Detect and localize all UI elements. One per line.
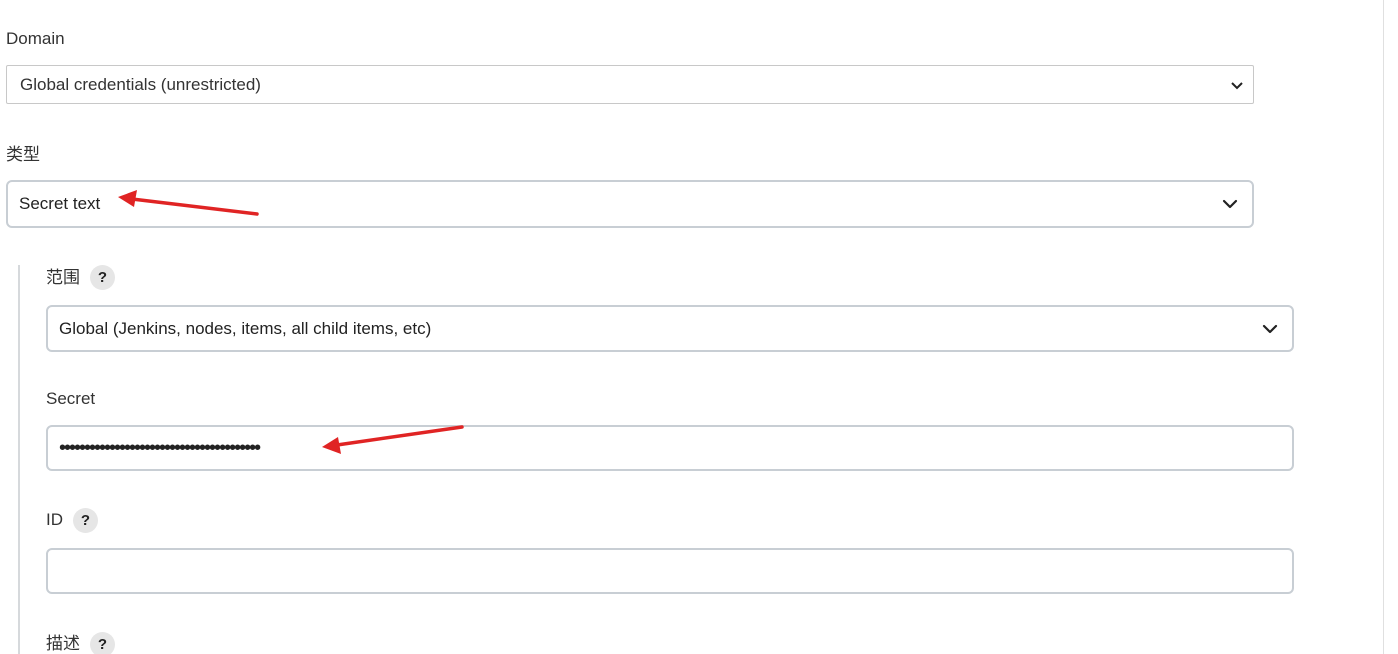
- scope-label: 范围: [46, 268, 80, 287]
- chevron-down-icon: [1262, 319, 1278, 339]
- chevron-down-icon: [1222, 194, 1238, 214]
- type-select-value: Secret text: [19, 194, 101, 213]
- type-select[interactable]: Secret text: [6, 180, 1254, 228]
- scope-select-value: Global (Jenkins, nodes, items, all child…: [59, 318, 432, 338]
- domain-label: Domain: [6, 29, 65, 48]
- id-help-icon[interactable]: ?: [73, 508, 98, 533]
- type-label: 类型: [6, 145, 40, 164]
- domain-select-value: Global credentials (unrestricted): [20, 74, 261, 94]
- description-help-icon[interactable]: ?: [90, 632, 115, 654]
- scope-help-icon[interactable]: ?: [90, 265, 115, 290]
- page-scrollbar-edge: [1383, 0, 1384, 654]
- chevron-down-icon: [1231, 75, 1243, 95]
- secret-label: Secret: [46, 389, 96, 408]
- scope-select[interactable]: Global (Jenkins, nodes, items, all child…: [46, 305, 1294, 352]
- nested-section-rule: [18, 265, 20, 654]
- id-input[interactable]: [46, 548, 1294, 594]
- secret-input[interactable]: ••••••••••••••••••••••••••••••••••••••••: [46, 425, 1294, 471]
- domain-select[interactable]: Global credentials (unrestricted): [6, 65, 1254, 104]
- id-label: ID: [46, 510, 63, 529]
- description-label: 描述: [46, 634, 80, 653]
- secret-input-value: ••••••••••••••••••••••••••••••••••••••••: [59, 437, 261, 459]
